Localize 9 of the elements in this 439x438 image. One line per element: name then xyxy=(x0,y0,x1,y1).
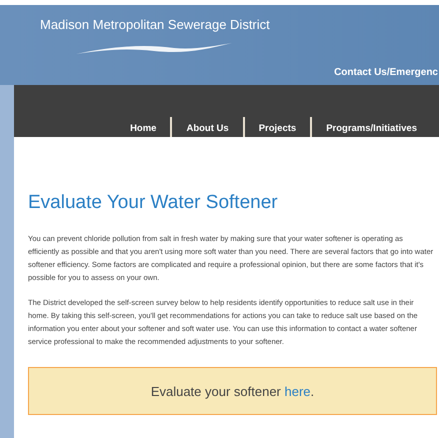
nav-link[interactable]: Programs/Initiatives xyxy=(312,123,431,137)
contact-link[interactable]: Contact Us/Emergenc xyxy=(334,67,438,78)
nav-link[interactable]: Home xyxy=(116,123,170,137)
callout-text: Evaluate your softener here. xyxy=(150,384,314,398)
site-name[interactable]: Madison Metropolitan Sewerage District xyxy=(40,17,439,32)
here-link[interactable]: here xyxy=(284,384,311,398)
nav-link[interactable]: About Us xyxy=(172,123,243,137)
nav-link[interactable]: Projects xyxy=(244,123,310,137)
page-title: Evaluate Your Water Softener xyxy=(28,192,279,214)
